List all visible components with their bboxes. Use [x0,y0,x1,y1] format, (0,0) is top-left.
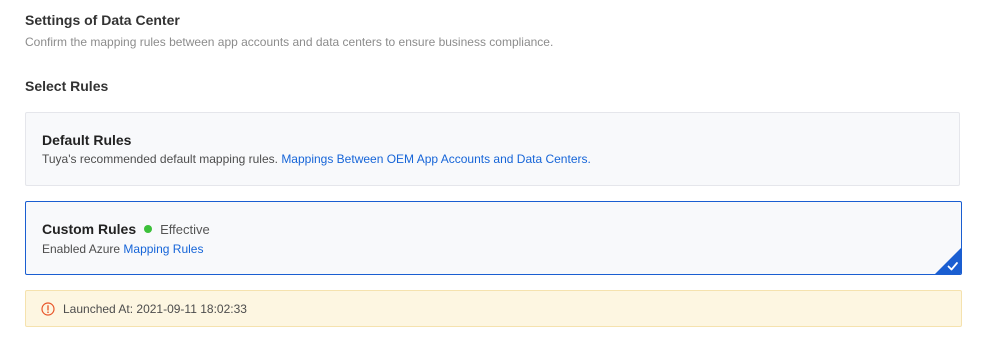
mappings-doc-link[interactable]: Mappings Between OEM App Accounts and Da… [281,152,591,166]
launch-time-alert: Launched At: 2021-09-11 18:02:33 [25,290,962,327]
status-dot-icon [144,225,153,233]
select-rules-heading: Select Rules [25,78,109,94]
alert-text: Launched At: 2021-09-11 18:02:33 [63,301,247,316]
default-rules-description: Tuya's recommended default mapping rules… [42,152,591,166]
default-rules-title: Default Rules [42,132,132,148]
custom-rules-card[interactable]: Custom Rules Effective Enabled Azure Map… [25,201,962,275]
custom-rules-header: Custom Rules Effective [42,221,210,237]
custom-rules-description: Enabled Azure Mapping Rules [42,242,203,256]
mapping-rules-link[interactable]: Mapping Rules [123,242,203,256]
custom-rules-title: Custom Rules [42,221,137,237]
page-description: Confirm the mapping rules between app ac… [25,35,554,49]
warning-circle-icon [41,301,55,316]
status-label: Effective [160,221,210,237]
page-title: Settings of Data Center [25,12,180,28]
default-rules-card[interactable]: Default Rules Tuya's recommended default… [25,112,960,186]
default-rules-description-text: Tuya's recommended default mapping rules… [42,152,282,166]
selected-check-icon [935,248,961,274]
status-badge: Effective [144,222,210,237]
custom-rules-description-text: Enabled Azure [42,242,124,256]
